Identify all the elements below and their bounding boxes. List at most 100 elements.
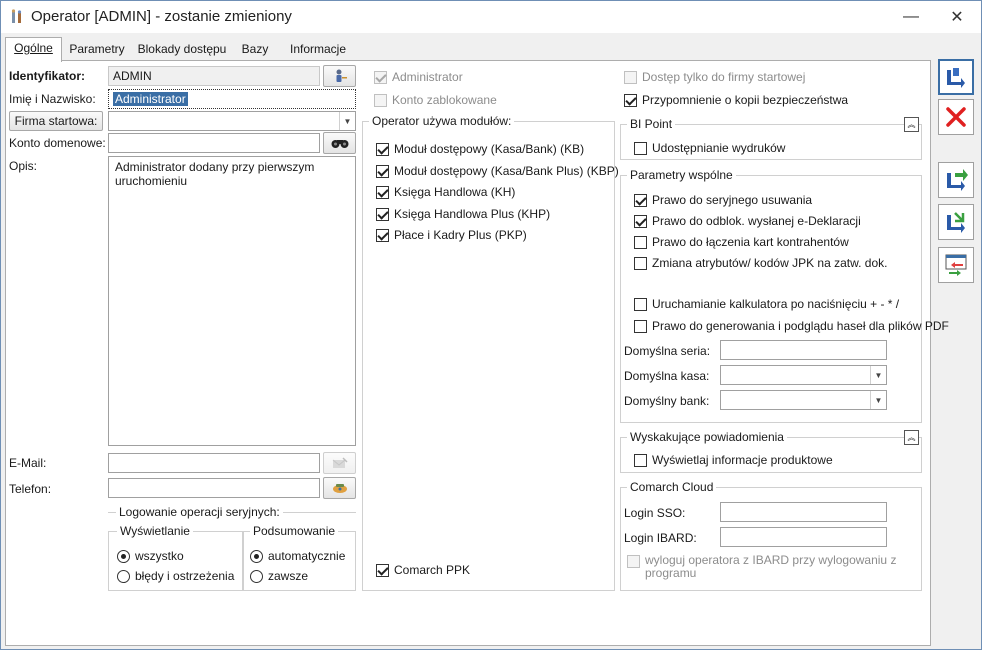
checkbox-checked-icon	[624, 93, 637, 107]
name-field[interactable]: Administrator	[108, 89, 356, 109]
close-icon: ✕	[950, 9, 964, 26]
login-ibard-field[interactable]	[720, 527, 887, 547]
bi-point-collapse-button[interactable]: ︽	[904, 117, 919, 132]
merge-contractors-checkbox[interactable]: Prawo do łączenia kart kontrahentów	[634, 234, 849, 250]
cancel-button[interactable]	[938, 99, 974, 135]
module-kh-checkbox[interactable]: Księga Handlowa (KH)	[376, 184, 515, 200]
save-icon	[947, 68, 965, 88]
checkbox-unchecked-icon	[624, 70, 637, 84]
chevron-down-icon[interactable]: ▼	[870, 366, 886, 384]
radio-label: automatycznie	[268, 549, 346, 563]
account-locked-checkbox[interactable]: Konto zablokowane	[374, 92, 497, 108]
comarch-ppk-checkbox[interactable]: Comarch PPK	[376, 562, 470, 578]
default-cash-select[interactable]: ▼	[720, 365, 887, 385]
radio-on-icon	[117, 549, 130, 563]
operator-window: Operator [ADMIN] - zostanie zmieniony — …	[0, 0, 982, 650]
tab-blokady-dostepu[interactable]: Blokady dostępu	[137, 39, 227, 61]
radio-label: wszystko	[135, 549, 184, 563]
module-kbp-checkbox[interactable]: Moduł dostępowy (Kasa/Bank Plus) (KBP)	[376, 163, 619, 179]
change-window-button[interactable]	[938, 247, 974, 283]
tab-label: Blokady dostępu	[137, 42, 227, 56]
email-label: E-Mail:	[9, 456, 47, 470]
display-errors-radio[interactable]: błędy i ostrzeżenia	[117, 568, 234, 584]
summary-auto-radio[interactable]: automatycznie	[250, 548, 345, 564]
save-and-next-button[interactable]	[938, 162, 974, 198]
default-bank-select[interactable]: ▼	[720, 390, 887, 410]
tab-bazy[interactable]: Bazy	[237, 39, 273, 61]
email-field[interactable]	[108, 453, 320, 473]
checkbox-unchecked-icon	[634, 141, 647, 155]
default-cash-label: Domyślna kasa:	[624, 369, 710, 383]
checkbox-unchecked-icon	[634, 235, 647, 249]
binoculars-icon	[331, 140, 348, 148]
module-pkp-checkbox[interactable]: Płace i Kadry Plus (PKP)	[376, 227, 527, 243]
checkbox-label: Moduł dostępowy (Kasa/Bank Plus) (KBP)	[394, 164, 619, 178]
checkbox-checked-icon	[376, 142, 389, 156]
login-sso-field[interactable]	[720, 502, 887, 522]
calculator-checkbox[interactable]: Uruchamianie kalkulatora po naciśnięciu …	[634, 296, 899, 312]
module-kb-checkbox[interactable]: Moduł dostępowy (Kasa/Bank) (KB)	[376, 141, 584, 157]
pdf-passwords-checkbox[interactable]: Prawo do generowania i podglądu haseł dl…	[634, 318, 949, 334]
phone-icon	[332, 484, 347, 493]
radio-label: błędy i ostrzeżenia	[135, 569, 235, 583]
comarch-cloud-group: Comarch Cloud Login SSO: Login IBARD: wy…	[620, 480, 922, 591]
checkbox-unchecked-icon	[374, 93, 387, 107]
tab-informacje[interactable]: Informacje	[283, 39, 353, 61]
start-company-select[interactable]: ▼	[108, 111, 356, 131]
tab-parametry[interactable]: Parametry	[65, 39, 129, 61]
tab-label: Ogólne	[14, 41, 53, 55]
identifier-field[interactable]: ADMIN	[108, 66, 320, 86]
modules-title: Operator używa modułów:	[369, 114, 515, 128]
start-company-button[interactable]: Firma startowa:	[9, 111, 103, 131]
close-window-button[interactable]: ✕	[935, 3, 979, 31]
tab-ogolne[interactable]: Ogólne	[5, 37, 62, 62]
administrator-checkbox[interactable]: Administrator	[374, 69, 463, 85]
description-label: Opis:	[9, 159, 38, 173]
display-title: Wyświetlanie	[117, 524, 193, 538]
identifier-label: Identyfikator:	[9, 69, 86, 83]
operator-lookup-button[interactable]	[323, 65, 356, 87]
domain-lookup-button[interactable]	[323, 132, 356, 154]
display-all-radio[interactable]: wszystko	[117, 548, 184, 564]
unlock-edeclaration-checkbox[interactable]: Prawo do odblok. wysłanej e-Deklaracji	[634, 213, 861, 229]
logging-title: Logowanie operacji seryjnych:	[116, 505, 283, 519]
checkbox-label: Księga Handlowa (KH)	[394, 185, 516, 199]
modules-group: Operator używa modułów: Moduł dostępowy …	[362, 114, 619, 591]
checkbox-checked-icon	[374, 70, 387, 84]
summary-title: Podsumowanie	[250, 524, 339, 538]
checkbox-unchecked-icon	[634, 297, 647, 311]
checkbox-unchecked-icon	[634, 453, 647, 467]
minimize-button[interactable]: —	[889, 3, 933, 31]
summary-group: Podsumowanie automatycznie zawsze	[243, 524, 356, 591]
share-prints-checkbox[interactable]: Udostępnianie wydruków	[634, 140, 785, 156]
tab-label: Informacje	[289, 42, 347, 56]
save-button[interactable]	[938, 59, 974, 95]
start-company-only-checkbox[interactable]: Dostęp tylko do firmy startowej	[624, 69, 805, 85]
summary-always-radio[interactable]: zawsze	[250, 568, 308, 584]
module-khp-checkbox[interactable]: Księga Handlowa Plus (KHP)	[376, 206, 550, 222]
chevron-down-icon[interactable]: ▼	[339, 112, 355, 130]
default-series-field[interactable]	[720, 340, 887, 360]
radio-on-icon	[250, 549, 263, 563]
call-button[interactable]	[323, 477, 356, 499]
save-and-copy-button[interactable]	[938, 204, 974, 240]
product-info-checkbox[interactable]: Wyświetlaj informacje produktowe	[634, 452, 833, 468]
phone-field[interactable]	[108, 478, 320, 498]
bi-point-title: BI Point	[627, 117, 676, 131]
save-copy-icon	[947, 212, 965, 233]
change-jpk-attributes-checkbox[interactable]: Zmiana atrybutów/ kodów JPK na zatw. dok…	[634, 255, 887, 271]
backup-reminder-checkbox[interactable]: Przypomnienie o kopii bezpieczeństwa	[624, 92, 848, 108]
serial-delete-checkbox[interactable]: Prawo do seryjnego usuwania	[634, 192, 812, 208]
logout-ibard-checkbox[interactable]: wyloguj operatora z IBARD przy wylogowan…	[627, 554, 897, 582]
checkbox-unchecked-icon	[627, 555, 640, 568]
radio-off-icon	[250, 569, 263, 583]
send-email-button[interactable]	[323, 452, 356, 474]
checkbox-checked-icon	[376, 228, 389, 242]
description-textarea[interactable]: Administrator dodany przy pierwszym uruc…	[108, 156, 356, 446]
chevron-down-icon[interactable]: ▼	[870, 391, 886, 409]
popups-collapse-button[interactable]: ︽	[904, 430, 919, 445]
checkbox-label: Konto zablokowane	[392, 93, 497, 107]
domain-account-field[interactable]	[108, 133, 320, 153]
title-bar: Operator [ADMIN] - zostanie zmieniony — …	[1, 1, 981, 33]
checkbox-checked-icon	[634, 214, 647, 228]
